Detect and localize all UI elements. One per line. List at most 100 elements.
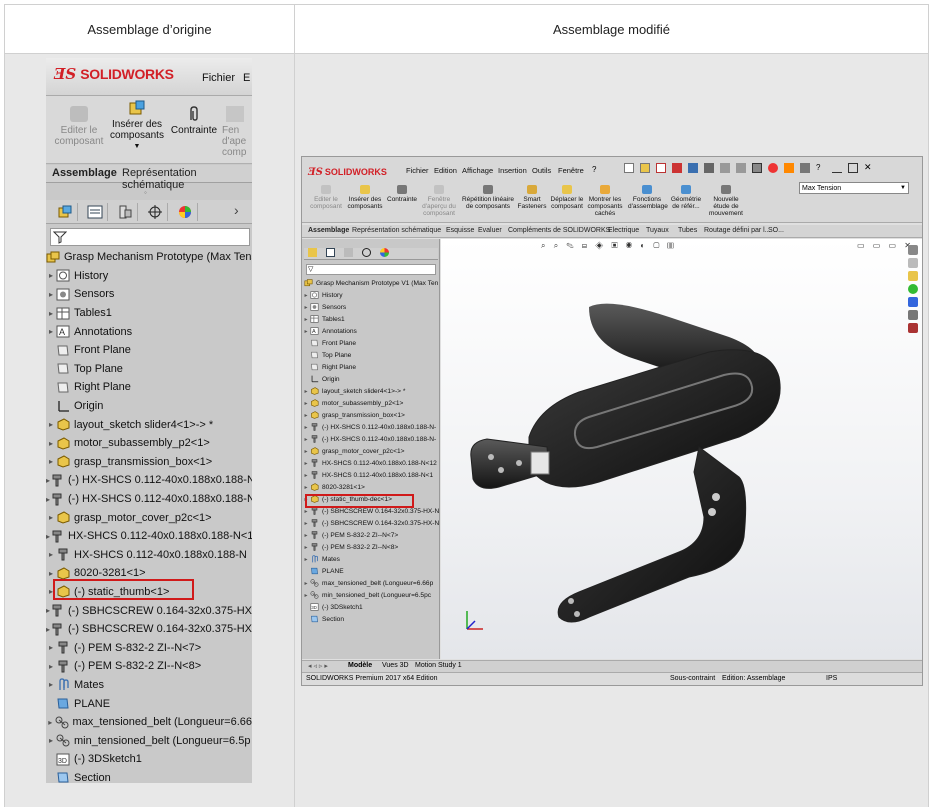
tab-motion-study[interactable]: Motion Study 1 [415,662,462,669]
display-manager-tab-icon[interactable] [380,248,389,257]
tab-vues-3d[interactable]: Vues 3D [382,662,409,669]
move-component-button[interactable]: Déplacer le composant [548,185,586,210]
expand-arrow-icon[interactable]: ▸ [46,680,56,689]
expand-arrow-icon[interactable]: ▸ [302,484,310,491]
rebuild-icon[interactable] [768,163,778,173]
expand-arrow-icon[interactable]: ▸ [302,436,310,443]
tree-item-grasp-transmission-box-1[interactable]: ▸ grasp_transmission_box<1> [302,409,440,421]
tree-item-front-plane[interactable]: Front Plane [302,337,440,349]
expand-arrow-icon[interactable]: ▸ [302,292,310,299]
tab-so[interactable]: SO... [768,227,784,234]
tree-item-hx-shcs-0-112-40x0-188x0-188-n-12[interactable]: ▸ HX-SHCS 0.112-40x0.188x0.188-N<12 [302,457,440,469]
scroll-arrows-icon[interactable]: ◂ ◃ ▹ ▸ [308,662,328,670]
configuration-select[interactable]: Max Tension ▼ [799,182,909,194]
smart-fasteners-button[interactable]: Smart Fasteners [516,185,548,210]
tab-assemblage[interactable]: Assemblage [52,167,117,179]
tree-item-origin[interactable]: Origin [302,373,440,385]
tree-item-history[interactable]: ▸ History [302,289,440,301]
custom-properties-icon[interactable] [908,310,918,320]
expand-arrow-icon[interactable]: ▸ [302,412,310,419]
menu-edition[interactable]: E [243,72,250,84]
tab-representation-schematique[interactable]: Représentation schématique [352,227,441,234]
expand-arrow-icon[interactable]: ▸ [46,420,56,429]
tab-tuyaux[interactable]: Tuyaux [646,227,669,234]
linear-pattern-button[interactable]: Répétition linéaire de composants [460,185,516,210]
tree-item-top-plane[interactable]: Top Plane [302,349,440,361]
expand-arrow-icon[interactable]: ▸ [302,424,310,431]
tree-item-sensors[interactable]: ▸ Sensors [302,301,440,313]
menu-fichier[interactable]: Fichier [202,72,235,84]
tree-item-mates[interactable]: ▸ Mates [46,676,252,695]
resources-icon[interactable] [908,245,918,255]
tree-item-plane[interactable]: PLANE [302,565,440,577]
tree-item-max-tensioned-belt-longueur-6-66[interactable]: ▸ max_tensioned_belt (Longueur=6.66 [46,713,252,732]
expand-arrow-icon[interactable]: ▸ [46,327,56,336]
expand-arrow-icon[interactable]: ▸ [46,457,56,466]
tree-item-min-tensioned-belt-longueur-6-5pc[interactable]: ▸ min_tensioned_belt (Longueur=6.5pc [302,589,440,601]
expand-arrow-icon[interactable]: ▸ [302,304,310,311]
tab-routage[interactable]: Routage défini par l... [704,227,771,234]
mate-button[interactable]: Contrainte [384,185,420,203]
tab-modele[interactable]: Modèle [348,662,372,669]
tree-item-section[interactable]: Section [302,613,440,625]
edit-component-button[interactable]: Editer le composant [50,106,108,147]
maximize-icon[interactable] [848,163,858,173]
help-icon[interactable]: ? [592,165,596,174]
heads-up-view-toolbar[interactable]: ⌕ ⌕ ✎ ⊟ ◈ ▣ ◉ ◐ ▢ ▥ [541,241,677,251]
expand-arrow-icon[interactable]: ▸ [46,736,56,745]
expand-arrow-icon[interactable]: ▸ [302,448,310,455]
assembly-features-button[interactable]: Fonctions d'assemblage [628,185,668,210]
expand-arrow-icon[interactable]: ▸ [46,271,56,280]
tree-filter-input[interactable]: ▽ [306,264,436,275]
new-icon[interactable] [624,163,634,173]
tree-item-front-plane[interactable]: Front Plane [46,341,252,360]
expand-arrow-icon[interactable]: ▸ [302,316,310,323]
new-motion-study-button[interactable]: Nouvelle étude de mouvement [706,185,746,217]
traffic-light-icon[interactable] [784,163,794,173]
dimxpert-tab-icon[interactable] [362,248,371,257]
expand-arrow-icon[interactable]: ▸ [46,290,56,299]
expand-arrow-icon[interactable]: ▸ [302,472,310,479]
propertymanager-tab-icon[interactable] [326,248,335,257]
expand-arrow-icon[interactable]: ▸ [302,580,310,587]
display-manager-tab-icon[interactable] [172,203,198,221]
tree-item-annotations[interactable]: ▸ A Annotations [302,325,440,337]
menu-edition[interactable]: Edition [434,166,457,175]
tree-item-section[interactable]: Section [46,769,252,783]
tree-item-hx-shcs-0-112-40x0-188x0-188-n-1[interactable]: ▸ HX-SHCS 0.112-40x0.188x0.188-N<1; [46,527,252,546]
configurationmanager-tab-icon[interactable] [344,248,353,257]
menu-insertion[interactable]: Insertion [498,166,527,175]
menu-affichage[interactable]: Affichage [462,166,493,175]
menu-fenetre[interactable]: Fenêtre [558,166,584,175]
dimxpert-tab-icon[interactable] [142,203,168,221]
tree-item-hx-shcs-0-112-40x0-188x0-188-n[interactable]: ▸ (-) HX-SHCS 0.112-40x0.188x0.188-N- [302,421,440,433]
tab-assemblage[interactable]: Assemblage [308,227,349,234]
tree-item-history[interactable]: ▸ History [46,267,252,286]
save-icon[interactable] [688,163,698,173]
propertymanager-tab-icon[interactable] [82,203,108,221]
tree-item-sbhcscrew-0-164-32x0-375-hx-i[interactable]: ▸ (-) SBHCSCREW 0.164-32x0.375-HX-I [46,601,252,620]
delete-icon[interactable] [672,163,682,173]
expand-arrow-icon[interactable]: ▸ [46,569,56,578]
tree-item-hx-shcs-0-112-40x0-188x0-188-n[interactable]: ▸ HX-SHCS 0.112-40x0.188x0.188-N [46,546,252,565]
tree-item-sbhcscrew-0-164-32x0-375-hx-n[interactable]: ▸ (-) SBHCSCREW 0.164-32x0.375-HX-N [302,517,440,529]
select-icon[interactable] [752,163,762,173]
redo-icon[interactable] [736,163,746,173]
expand-arrow-icon[interactable]: ▸ [46,662,56,671]
expand-arrow-icon[interactable]: ▸ [302,556,310,563]
expand-arrow-icon[interactable]: ▸ [46,309,56,318]
design-library-icon[interactable] [908,258,918,268]
expand-arrow-icon[interactable]: ▸ [302,544,310,551]
menu-outils[interactable]: Outils [532,166,551,175]
print-icon[interactable] [704,163,714,173]
chevron-right-icon[interactable]: › [234,202,239,218]
expand-arrow-icon[interactable]: ▸ [302,508,310,515]
tree-item-min-tensioned-belt-longueur-6-5p[interactable]: ▸ min_tensioned_belt (Longueur=6.5p [46,731,252,750]
tree-item-top-plane[interactable]: Top Plane [46,360,252,379]
tree-item-pem-s-832-2-zi-n-7[interactable]: ▸ (-) PEM S-832-2 ZI--N<7> [46,638,252,657]
tree-item-origin[interactable]: Origin [46,397,252,416]
featuremanager-tab-icon[interactable] [52,203,78,221]
close-icon[interactable]: ✕ [864,163,874,173]
mate-button[interactable]: Contrainte [168,106,220,136]
graphics-viewport[interactable]: ⌕ ⌕ ✎ ⊟ ◈ ▣ ◉ ◐ ▢ ▥ ▭ ▭ ▭ ✕ [441,239,922,659]
